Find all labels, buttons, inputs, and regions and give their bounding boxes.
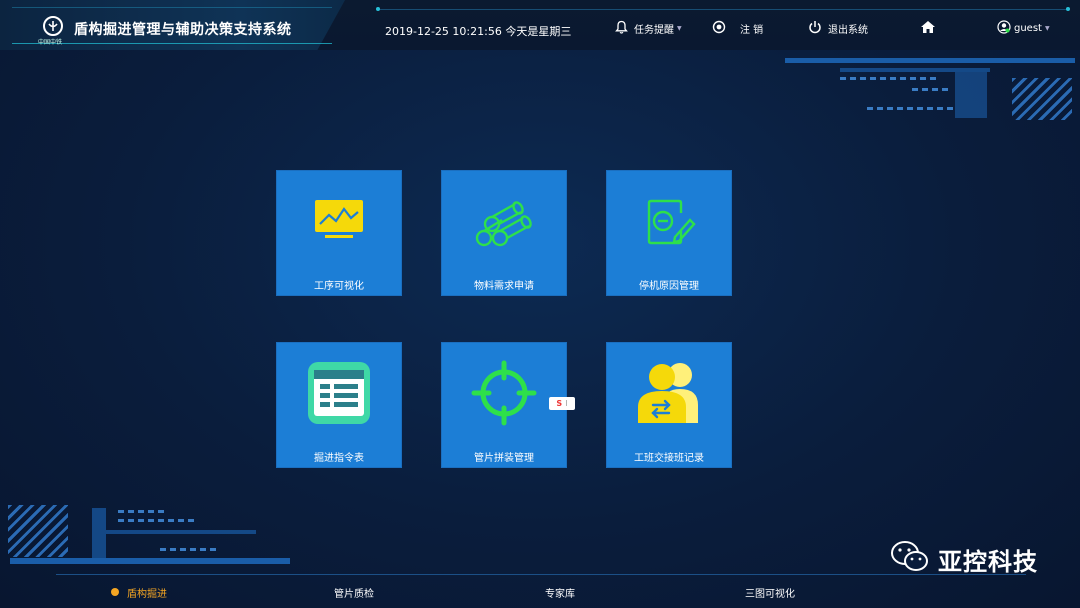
exit-system-button[interactable]: 退出系统 xyxy=(808,20,868,37)
app-title: 盾构掘进管理与辅助决策支持系统 xyxy=(74,22,292,38)
tile-label: 工序可视化 xyxy=(314,281,364,292)
decor-hatch xyxy=(8,505,68,557)
home-icon xyxy=(920,20,936,37)
widget-menu-icon: ⁝ xyxy=(565,399,568,408)
wechat-icon xyxy=(890,540,930,578)
decor-dashes xyxy=(118,519,198,522)
target-icon xyxy=(442,343,566,443)
nav-shield-tunneling[interactable]: 盾构掘进 xyxy=(127,585,167,600)
bell-icon xyxy=(615,20,628,37)
tile-process-visualization[interactable]: 工序可视化 xyxy=(277,171,401,295)
task-reminder-label: 任务提醒 xyxy=(634,25,674,36)
watermark-text: 亚控科技 xyxy=(938,547,1038,576)
record-icon xyxy=(712,20,726,37)
tile-label: 掘进指令表 xyxy=(314,453,364,464)
tile-segment-assembly[interactable]: 管片拼装管理 xyxy=(442,343,566,467)
decor-dashes xyxy=(160,548,220,551)
edit-form-icon xyxy=(607,171,731,271)
tile-downtime-reason[interactable]: 停机原因管理 xyxy=(607,171,731,295)
pipes-icon xyxy=(442,171,566,271)
top-header: 中国中铁 盾构掘进管理与辅助决策支持系统 2019-12-25 10:21:56… xyxy=(0,0,1080,50)
nav-three-map-visualization[interactable]: 三图可视化 xyxy=(745,585,795,600)
tile-label: 管片拼装管理 xyxy=(474,453,534,464)
decor-bar xyxy=(785,58,1075,63)
table-icon xyxy=(277,343,401,443)
decor-dashes xyxy=(840,77,940,80)
task-reminder-button[interactable]: 任务提醒 ▼ xyxy=(615,20,682,37)
active-indicator-icon xyxy=(111,588,119,596)
shift-exchange-icon xyxy=(607,343,731,443)
logout-label: 注 销 xyxy=(740,25,764,36)
tile-shift-handover[interactable]: 工班交接班记录 xyxy=(607,343,731,467)
floating-input-widget[interactable]: S ⁝ xyxy=(549,397,575,410)
user-name: guest xyxy=(1014,23,1042,34)
home-button[interactable] xyxy=(920,20,936,37)
tile-label: 物料需求申请 xyxy=(474,281,534,292)
logo-caption: 中国中铁 xyxy=(38,39,63,46)
tile-label: 停机原因管理 xyxy=(639,281,699,292)
company-logo-icon xyxy=(43,16,63,36)
nav-segment-inspection[interactable]: 管片质检 xyxy=(334,585,374,600)
user-menu[interactable]: guest ▼ xyxy=(997,20,1050,37)
decor-dashes xyxy=(867,107,957,110)
decor-bar xyxy=(106,530,256,534)
divider xyxy=(12,7,332,8)
exit-system-label: 退出系统 xyxy=(828,25,868,36)
user-avatar-icon xyxy=(997,20,1011,37)
decor-hatch xyxy=(1012,78,1072,120)
decor-bar xyxy=(955,72,987,118)
chevron-down-icon: ▼ xyxy=(677,25,682,32)
logout-button[interactable]: 注 销 xyxy=(712,20,763,37)
decor-bar xyxy=(92,508,106,558)
watermark: 亚控科技 xyxy=(890,540,1038,578)
chevron-down-icon: ▼ xyxy=(1044,25,1050,32)
decor-dashes xyxy=(912,88,952,91)
divider xyxy=(378,9,1068,10)
decor-dashes xyxy=(118,510,168,513)
tile-label: 工班交接班记录 xyxy=(634,453,704,464)
widget-glyph: S xyxy=(556,399,563,408)
decor-dot xyxy=(376,7,380,11)
power-icon xyxy=(808,20,822,37)
nav-expert-library[interactable]: 专家库 xyxy=(545,585,575,600)
divider xyxy=(56,574,1026,575)
tile-tunneling-instruction[interactable]: 掘进指令表 xyxy=(277,343,401,467)
tile-material-request[interactable]: 物料需求申请 xyxy=(442,171,566,295)
monitor-chart-icon xyxy=(277,171,401,271)
datetime: 2019-12-25 10:21:56 今天是星期三 xyxy=(385,25,572,38)
decor-bar xyxy=(10,558,290,564)
decor-dot xyxy=(1066,7,1070,11)
